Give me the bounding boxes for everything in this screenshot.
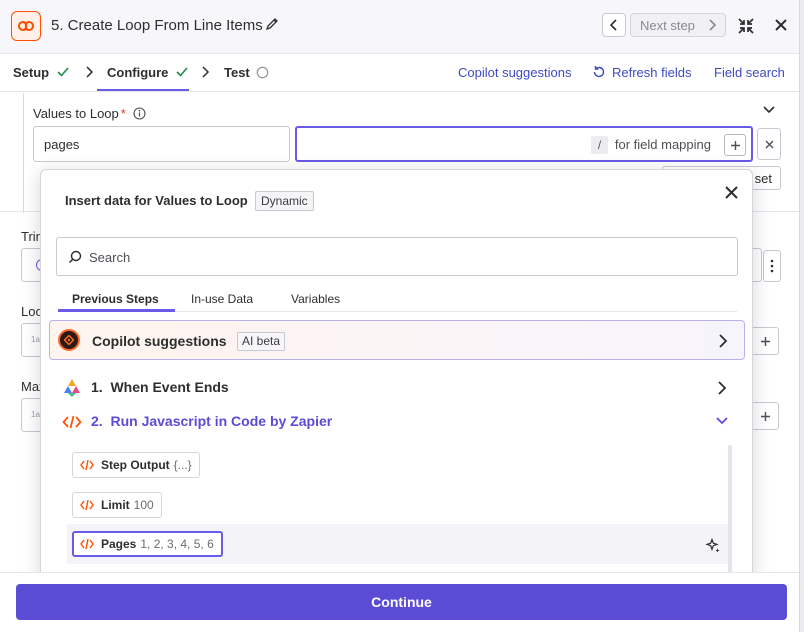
field-chip-step-output[interactable]: Step Output {...} [72,452,200,478]
loop-values-input[interactable]: / for field mapping [295,126,753,162]
sparkle-icon[interactable] [705,538,721,554]
tab-variables[interactable]: Variables [291,292,340,306]
close-icon[interactable] [775,19,787,31]
pending-circle-icon [257,66,269,79]
previous-step-button[interactable] [602,13,626,37]
field-name: Pages [101,537,137,551]
field-value: {...} [173,458,192,472]
copilot-suggestions-link[interactable]: Copilot suggestions [458,65,571,80]
tab-setup-label: Setup [13,65,50,80]
step-title[interactable]: 5. Create Loop From Line Items [51,17,263,34]
copilot-label: Copilot suggestions [92,333,227,349]
step-1-label: 1. When Event Ends [91,379,229,395]
code-icon [62,415,82,429]
copilot-suggestions-row[interactable]: Copilot suggestions AI beta [49,320,745,360]
chevron-left-icon [610,19,617,31]
info-icon[interactable] [133,107,146,120]
loop-app-icon [11,11,41,41]
copilot-icon [58,329,80,351]
values-to-loop-text: Values to Loop [33,106,119,121]
chevron-right-icon [86,66,94,78]
step-row-1[interactable]: 1. When Event Ends [62,376,742,400]
next-step-label: Next step [640,17,695,33]
ai-beta-badge: AI beta [237,332,286,351]
step-tabs: Setup Configure Test Copilot suggestions… [0,55,799,92]
popover-title: Insert data for Values to Loop [65,193,248,208]
slash-key-hint: / [591,136,608,154]
step-header: 5. Create Loop From Line Items Next step [0,0,799,54]
values-to-loop-label: Values to Loop * [33,106,126,121]
field-name: Limit [101,498,130,512]
add-counter-button[interactable] [751,327,779,355]
zap-step-panel: 5. Create Loop From Line Items Next step… [0,0,800,632]
tab-configure[interactable]: Configure [107,65,188,80]
active-tab-indicator [58,309,175,312]
refresh-fields-link[interactable]: Refresh fields [592,65,691,80]
field-value: 1, 2, 3, 4, 5, 6 [140,537,214,551]
field-name: Step Output [101,458,170,472]
tab-setup[interactable]: Setup [13,65,69,80]
refresh-fields-label: Refresh fields [612,65,692,80]
continue-button[interactable]: Continue [16,584,787,620]
next-step-button[interactable]: Next step [630,13,726,37]
search-icon [68,250,82,264]
search-input[interactable] [89,246,689,268]
number-placeholder: 1a [31,335,40,344]
chevron-right-icon [718,381,727,395]
chevron-down-icon[interactable] [762,105,776,115]
kebab-menu-icon[interactable] [763,250,781,282]
number-placeholder: 1a [31,410,40,419]
active-tab-indicator [97,89,189,91]
step-2-number: 2. [91,413,103,429]
chevron-right-icon [719,334,728,348]
trim-field-end [752,248,762,282]
insert-data-popover: Insert data for Values to Loop Dynamic P… [40,169,753,579]
plus-icon [730,140,740,150]
code-icon [80,499,94,511]
search-field[interactable] [56,237,738,276]
step-2-label: 2. Run Javascript in Code by Zapier [91,413,332,429]
remove-value-button[interactable] [757,128,781,160]
loop-key-input[interactable]: pages [33,126,290,162]
tab-in-use-data[interactable]: In-use Data [191,292,253,306]
step-2-name: Run Javascript in Code by Zapier [110,413,333,429]
insert-data-button[interactable] [724,134,746,156]
add-max-button[interactable] [751,402,779,430]
required-mark: * [120,106,126,121]
pencil-icon[interactable] [265,17,279,31]
more-vertical-icon [770,259,774,273]
dynamic-badge: Dynamic [255,191,314,211]
step-row-2[interactable]: 2. Run Javascript in Code by Zapier [62,410,742,434]
step-1-number: 1. [91,379,103,395]
field-mapping-hint: for field mapping [614,137,711,152]
plus-icon [760,336,770,346]
scrollbar[interactable] [728,445,732,578]
tab-configure-label: Configure [107,65,169,80]
plus-icon [760,411,770,421]
chevron-right-icon [709,19,716,31]
field-chip-pages[interactable]: Pages 1, 2, 3, 4, 5, 6 [72,531,223,557]
code-icon [80,459,94,471]
close-icon[interactable] [725,186,738,199]
close-icon [765,140,773,148]
tab-test-label: Test [224,65,250,80]
footer: Continue [0,572,799,632]
tab-previous-steps[interactable]: Previous Steps [72,292,159,306]
tab-test[interactable]: Test [224,65,269,80]
step-1-name: When Event Ends [110,379,229,395]
check-icon [176,67,188,77]
field-chip-limit[interactable]: Limit 100 [72,492,162,518]
field-value: 100 [133,498,154,512]
code-icon [80,538,94,550]
event-app-icon [64,379,80,397]
group-rule [23,93,24,213]
check-icon [57,67,69,77]
chevron-right-icon [202,66,210,78]
chevron-down-icon [716,417,728,425]
refresh-icon [593,66,605,78]
field-search-link[interactable]: Field search [714,65,785,80]
collapse-icon[interactable] [737,17,755,35]
